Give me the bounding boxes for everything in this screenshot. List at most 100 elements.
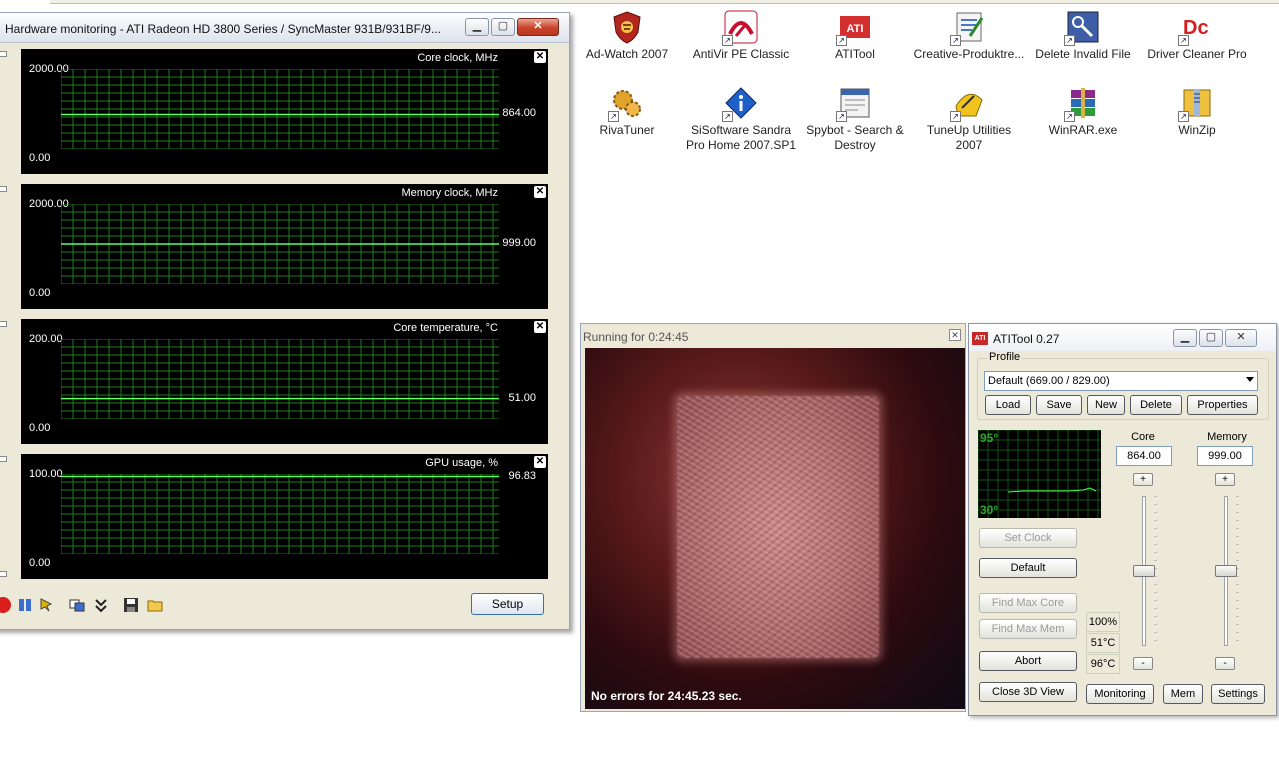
graph-plot [61, 204, 499, 284]
desktop-icon-atitool[interactable]: ATI ↗ ATITool [798, 10, 912, 62]
desktop-icon-driver-cleaner[interactable]: Dc ↗ Driver Cleaner Pro [1140, 10, 1254, 62]
usage-readout: 100% [1086, 612, 1120, 632]
load-button[interactable]: Load [985, 395, 1031, 415]
profile-legend: Profile [987, 351, 1023, 363]
desktop-icon-ad-watch[interactable]: Ad-Watch 2007 [570, 10, 684, 62]
graph-y-min: 0.00 [29, 557, 51, 569]
graph-caption: Memory clock, MHz [401, 187, 498, 199]
temp-graph-max: 95° [980, 431, 999, 445]
desktop-icon-spybot[interactable]: ↗ Spybot - Search & Destroy [798, 86, 912, 153]
error-status-text: No errors for 24:45.23 sec. [591, 689, 742, 703]
core-clock-field[interactable]: 864.00 [1116, 446, 1172, 466]
desktop-icon-creative[interactable]: ↗ Creative-Produktre... [912, 10, 1026, 62]
save-button[interactable]: Save [1036, 395, 1082, 415]
core-slider-thumb[interactable] [1133, 565, 1155, 577]
memory-increase-button[interactable]: + [1215, 473, 1235, 486]
minimize-button[interactable]: ▁ [1173, 329, 1197, 347]
collapse-icon[interactable] [93, 597, 109, 613]
rivatuner-gears-icon: ↗ [608, 86, 644, 122]
delete-file-icon: ↗ [1064, 10, 1100, 46]
svg-text:ATI: ATI [847, 23, 864, 35]
graph-splitter-handle[interactable] [0, 456, 7, 462]
graph-y-max: 200.00 [29, 333, 63, 345]
delete-button[interactable]: Delete [1130, 395, 1182, 415]
title-bar[interactable]: ATI ATITool 0.27 ▁ ▢ ✕ [969, 324, 1276, 351]
window-title: ATITool 0.27 [993, 332, 1060, 346]
set-clock-button[interactable]: Set Clock [979, 528, 1077, 548]
close-button[interactable]: ✕ [1225, 329, 1257, 347]
graph-splitter-handle[interactable] [0, 571, 7, 577]
spybot-icon: ↗ [836, 86, 872, 122]
desktop-icon-antivir[interactable]: ↗ AntiVir PE Classic [684, 10, 798, 62]
graph-close-icon[interactable]: ✕ [534, 321, 546, 333]
ad-watch-shield-icon [610, 10, 644, 44]
abort-button[interactable]: Abort [979, 651, 1077, 671]
pause-icon[interactable] [17, 597, 33, 613]
marker-icon[interactable] [39, 597, 55, 613]
core-decrease-button[interactable]: - [1133, 657, 1153, 670]
graph-splitter-handle[interactable] [0, 51, 7, 57]
desktop-icon-label: AntiVir PE Classic [692, 47, 790, 61]
maximize-button[interactable]: ▢ [491, 18, 515, 36]
core-label: Core [1131, 431, 1155, 443]
chevron-down-icon [1246, 377, 1254, 382]
setup-button[interactable]: Setup [471, 593, 544, 615]
desktop-icon-delete-invalid-file[interactable]: ↗ Delete Invalid File [1026, 10, 1140, 62]
profile-select[interactable]: Default (669.00 / 829.00) [984, 371, 1258, 391]
graph-close-icon[interactable]: ✕ [534, 51, 546, 63]
desktop-icon-label: SiSoftware Sandra Pro Home 2007.SP1 [685, 123, 797, 152]
new-button[interactable]: New [1087, 395, 1125, 415]
minimize-button[interactable]: ▁ [465, 18, 489, 36]
desktop-icon-winrar[interactable]: ↗ WinRAR.exe [1026, 86, 1140, 138]
memory-clock-field[interactable]: 999.00 [1197, 446, 1253, 466]
desktop-icon-tuneup[interactable]: ↗ TuneUp Utilities 2007 [912, 86, 1026, 153]
graph-caption: Core temperature, °C [393, 322, 498, 334]
desktop-icon-sisoftware-sandra[interactable]: ↗ SiSoftware Sandra Pro Home 2007.SP1 [684, 86, 798, 153]
temperature-graph: 95° 30° [977, 429, 1101, 518]
find-max-core-button[interactable]: Find Max Core [979, 593, 1077, 613]
graph-current-value: 96.83 [508, 469, 536, 482]
maximize-button[interactable]: ▢ [1199, 329, 1223, 347]
hardware-monitoring-window: Hardware monitoring - ATI Radeon HD 3800… [0, 12, 570, 630]
monitoring-button[interactable]: Monitoring [1086, 684, 1154, 704]
find-max-mem-button[interactable]: Find Max Mem [979, 619, 1077, 639]
desktop-icon-label: ATITool [835, 47, 875, 61]
desktop-icon-label: WinRAR.exe [1048, 123, 1118, 137]
graph-y-max: 100.00 [29, 468, 63, 480]
graph-close-icon[interactable]: ✕ [534, 456, 546, 468]
tuneup-icon: ↗ [950, 86, 986, 122]
graph-caption: Core clock, MHz [417, 52, 498, 64]
graph-y-min: 0.00 [29, 152, 51, 164]
close-button[interactable]: ✕ [517, 18, 559, 36]
memory-decrease-button[interactable]: - [1215, 657, 1235, 670]
desktop-icon-label: Driver Cleaner Pro [1147, 47, 1247, 61]
atitool-app-icon: ATI [972, 332, 988, 345]
graph-caption: GPU usage, % [425, 457, 498, 469]
save-icon[interactable] [123, 597, 139, 613]
properties-button[interactable]: Properties [1187, 395, 1258, 415]
record-icon[interactable] [0, 597, 11, 613]
sandra-icon: ↗ [722, 86, 758, 122]
windows-icon[interactable] [69, 597, 85, 613]
mem-button[interactable]: Mem [1163, 684, 1203, 704]
desktop-icon-rivatuner[interactable]: ↗ RivaTuner [570, 86, 684, 138]
graph-splitter-handle[interactable] [0, 186, 7, 192]
desktop-icon-winzip[interactable]: ↗ WinZip [1140, 86, 1254, 138]
title-bar[interactable]: Hardware monitoring - ATI Radeon HD 3800… [0, 13, 569, 43]
graph-y-min: 0.00 [29, 422, 51, 434]
memory-slider-thumb[interactable] [1215, 565, 1237, 577]
core-temperature-graph: Core temperature, °C ✕ 200.00 0.00 51.00 [21, 319, 548, 444]
settings-button[interactable]: Settings [1211, 684, 1265, 704]
3d-view-window: Running for 0:24:45 ✕ No errors for 24:4… [580, 323, 966, 712]
creative-document-icon: ↗ [950, 10, 986, 46]
close-3d-view-button[interactable]: Close 3D View [979, 682, 1077, 702]
fur-cube-render [677, 396, 879, 658]
graph-close-icon[interactable]: ✕ [534, 186, 546, 198]
default-button[interactable]: Default [979, 558, 1077, 578]
memory-label: Memory [1207, 431, 1247, 443]
graph-splitter-handle[interactable] [0, 321, 7, 327]
close-icon[interactable]: ✕ [949, 329, 961, 341]
open-folder-icon[interactable] [147, 597, 163, 613]
window-title: Running for 0:24:45 [583, 330, 689, 344]
core-increase-button[interactable]: + [1133, 473, 1153, 486]
